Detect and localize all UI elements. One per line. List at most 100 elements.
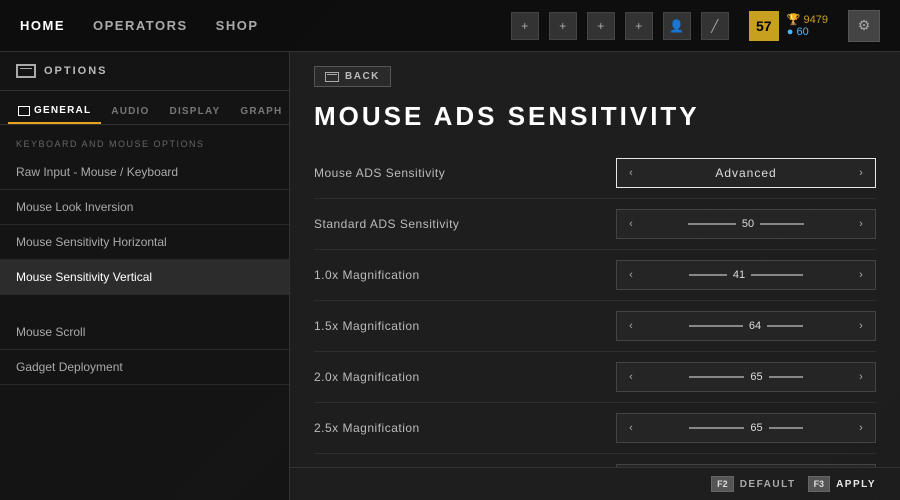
setting-row-2-5x: 2.5x Magnification ‹ 65 › bbox=[314, 403, 876, 454]
apply-key: F3 bbox=[808, 476, 831, 492]
setting-label-2-5x: 2.5x Magnification bbox=[314, 421, 616, 435]
currency-renown: 🏆 9479 bbox=[787, 13, 828, 26]
topbar-nav: HOME OPERATORS SHOP bbox=[20, 18, 511, 33]
ctrl-right-2x[interactable]: › bbox=[847, 363, 875, 391]
slider-line-std bbox=[688, 223, 736, 225]
setting-control-1x[interactable]: ‹ 41 › bbox=[616, 260, 876, 290]
slider-line-1-5x2 bbox=[767, 325, 803, 327]
ctrl-right-2-5x[interactable]: › bbox=[847, 414, 875, 442]
nav-home[interactable]: HOME bbox=[20, 18, 65, 33]
slider-line-std2 bbox=[760, 223, 804, 225]
setting-row-ads-mode: Mouse ADS Sensitivity ‹ Advanced › bbox=[314, 148, 876, 199]
player-currency: 🏆 9479 ● 60 bbox=[787, 13, 828, 38]
setting-label-standard-ads: Standard ADS Sensitivity bbox=[314, 217, 616, 231]
slider-line-1-5x bbox=[689, 325, 743, 327]
ctrl-slider-1x: 41 bbox=[645, 269, 847, 281]
sidebar-item-sensitivity-h[interactable]: Mouse Sensitivity Horizontal bbox=[0, 225, 289, 260]
setting-label-1x: 1.0x Magnification bbox=[314, 268, 616, 282]
slider-value-2x: 65 bbox=[750, 371, 762, 383]
ctrl-slider-1-5x: 64 bbox=[645, 320, 847, 332]
slider-value-std: 50 bbox=[742, 218, 754, 230]
default-label: DEFAULT bbox=[740, 479, 796, 490]
plus-icon-1[interactable]: + bbox=[511, 12, 539, 40]
topbar: HOME OPERATORS SHOP + + + + 👤 ╱ 57 🏆 947… bbox=[0, 0, 900, 52]
setting-row-2x: 2.0x Magnification ‹ 65 › bbox=[314, 352, 876, 403]
tab-graphics[interactable]: GRAPH bbox=[230, 99, 292, 124]
sidebar-item-sensitivity-v[interactable]: Mouse Sensitivity Vertical bbox=[0, 260, 289, 295]
sidebar-item-mouse-inversion[interactable]: Mouse Look Inversion bbox=[0, 190, 289, 225]
slider-value-1x: 41 bbox=[733, 269, 745, 281]
sidebar-section-label: KEYBOARD AND MOUSE OPTIONS bbox=[0, 125, 289, 155]
ctrl-slider-std: 50 bbox=[645, 218, 847, 230]
plus-icon-4[interactable]: + bbox=[625, 12, 653, 40]
default-button[interactable]: F2 DEFAULT bbox=[711, 476, 795, 492]
panel-title: MOUSE ADS SENSITIVITY bbox=[290, 101, 900, 148]
settings-gear-icon[interactable]: ⚙ bbox=[848, 10, 880, 42]
ctrl-left-1x[interactable]: ‹ bbox=[617, 261, 645, 289]
slider-value-1-5x: 64 bbox=[749, 320, 761, 332]
back-button[interactable]: BACK bbox=[314, 66, 391, 87]
nav-shop[interactable]: SHOP bbox=[216, 18, 259, 33]
back-icon bbox=[325, 72, 339, 82]
sidebar-header: OPTIONS bbox=[0, 52, 289, 91]
player-info: 57 🏆 9479 ● 60 bbox=[749, 11, 828, 41]
sidebar-items: KEYBOARD AND MOUSE OPTIONS Raw Input - M… bbox=[0, 125, 289, 500]
profile-icon[interactable]: 👤 bbox=[663, 12, 691, 40]
footer-bar: F2 DEFAULT F3 APPLY bbox=[290, 467, 900, 500]
ctrl-value-ads: Advanced bbox=[645, 166, 847, 180]
chat-icon[interactable]: ╱ bbox=[701, 12, 729, 40]
setting-row-3x: 3.0x Magnification ‹ 65 › bbox=[314, 454, 876, 467]
setting-control-ads-mode[interactable]: ‹ Advanced › bbox=[616, 158, 876, 188]
slider-line-1x2 bbox=[751, 274, 803, 276]
setting-control-2x[interactable]: ‹ 65 › bbox=[616, 362, 876, 392]
setting-control-2-5x[interactable]: ‹ 65 › bbox=[616, 413, 876, 443]
ctrl-left-1-5x[interactable]: ‹ bbox=[617, 312, 645, 340]
slider-line-2-5x bbox=[689, 427, 744, 429]
slider-line-1x bbox=[689, 274, 727, 276]
apply-label: APPLY bbox=[836, 479, 876, 490]
topbar-icons: + + + + 👤 ╱ 57 🏆 9479 ● 60 ⚙ bbox=[511, 10, 880, 42]
sidebar-item-mouse-scroll[interactable]: Mouse Scroll bbox=[0, 315, 289, 350]
ctrl-slider-2x: 65 bbox=[645, 371, 847, 383]
slider-value-2-5x: 65 bbox=[750, 422, 762, 434]
setting-control-standard-ads[interactable]: ‹ 50 › bbox=[616, 209, 876, 239]
ctrl-left-2x[interactable]: ‹ bbox=[617, 363, 645, 391]
slider-line-2x bbox=[689, 376, 744, 378]
currency-credits: ● 60 bbox=[787, 26, 828, 38]
slider-line-2x2 bbox=[769, 376, 803, 378]
sidebar-item-raw-input[interactable]: Raw Input - Mouse / Keyboard bbox=[0, 155, 289, 190]
setting-label-ads-mode: Mouse ADS Sensitivity bbox=[314, 166, 616, 180]
sidebar-item-gadget[interactable]: Gadget Deployment bbox=[0, 350, 289, 385]
player-level: 57 bbox=[749, 11, 779, 41]
nav-operators[interactable]: OPERATORS bbox=[93, 18, 188, 33]
ctrl-right-arrow-ads[interactable]: › bbox=[847, 159, 875, 187]
plus-icon-2[interactable]: + bbox=[549, 12, 577, 40]
ctrl-slider-2-5x: 65 bbox=[645, 422, 847, 434]
tab-audio[interactable]: AUDIO bbox=[101, 99, 159, 124]
slider-line-2-5x2 bbox=[769, 427, 803, 429]
tab-display[interactable]: DISPLAY bbox=[160, 99, 231, 124]
ctrl-right-arrow-std[interactable]: › bbox=[847, 210, 875, 238]
default-key: F2 bbox=[711, 476, 734, 492]
setting-control-1-5x[interactable]: ‹ 64 › bbox=[616, 311, 876, 341]
ctrl-left-arrow-std[interactable]: ‹ bbox=[617, 210, 645, 238]
right-panel: BACK MOUSE ADS SENSITIVITY Mouse ADS Sen… bbox=[290, 52, 900, 500]
ctrl-left-2-5x[interactable]: ‹ bbox=[617, 414, 645, 442]
sidebar: OPTIONS GENERAL AUDIO DISPLAY GRAPH KEYB… bbox=[0, 52, 290, 500]
setting-row-standard-ads: Standard ADS Sensitivity ‹ 50 › bbox=[314, 199, 876, 250]
ctrl-right-1-5x[interactable]: › bbox=[847, 312, 875, 340]
plus-icon-3[interactable]: + bbox=[587, 12, 615, 40]
ctrl-left-arrow-ads[interactable]: ‹ bbox=[617, 159, 645, 187]
general-tab-icon bbox=[18, 106, 30, 116]
apply-button[interactable]: F3 APPLY bbox=[808, 476, 876, 492]
options-icon bbox=[16, 64, 36, 78]
setting-label-1-5x: 1.5x Magnification bbox=[314, 319, 616, 333]
settings-tabs: GENERAL AUDIO DISPLAY GRAPH bbox=[0, 91, 289, 125]
settings-list: Mouse ADS Sensitivity ‹ Advanced › Stand… bbox=[290, 148, 900, 467]
ctrl-right-1x[interactable]: › bbox=[847, 261, 875, 289]
setting-label-2x: 2.0x Magnification bbox=[314, 370, 616, 384]
tab-general[interactable]: GENERAL bbox=[8, 99, 101, 124]
sidebar-title: OPTIONS bbox=[44, 65, 108, 77]
setting-row-1x: 1.0x Magnification ‹ 41 › bbox=[314, 250, 876, 301]
setting-row-1-5x: 1.5x Magnification ‹ 64 › bbox=[314, 301, 876, 352]
